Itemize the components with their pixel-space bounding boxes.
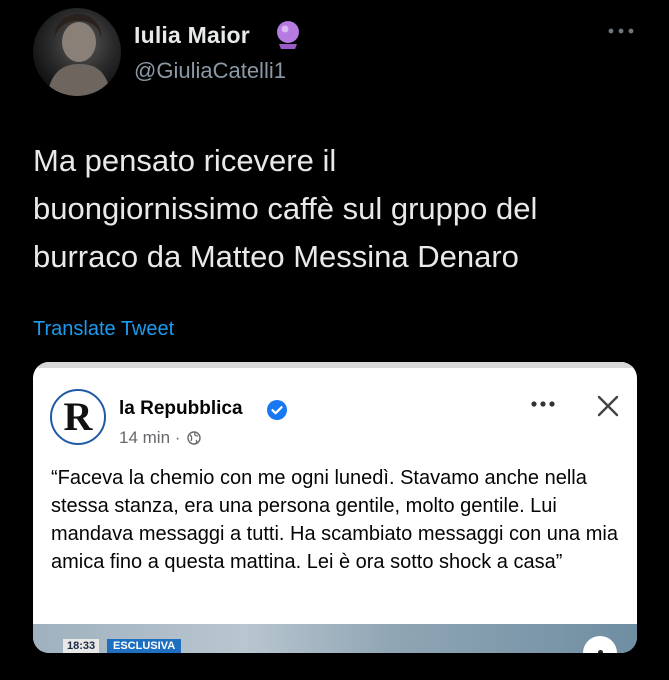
tweet-text-line: buongiornissimo caffè sul gruppo del [33, 191, 538, 226]
crystal-ball-icon [277, 21, 299, 49]
post-time: 14 min · [119, 428, 181, 447]
author-handle[interactable]: @GiuliaCatelli1 [134, 58, 286, 84]
post-meta: 14 min · [119, 428, 201, 448]
translate-tweet-link[interactable]: Translate Tweet [33, 318, 174, 341]
media-action-button[interactable] [583, 636, 617, 653]
post-more-options-icon[interactable] [530, 400, 556, 408]
media-time-badge: 18:33 [63, 639, 100, 653]
media-exclusive-badge: ESCLUSIVA [107, 639, 182, 653]
post-media-image[interactable]: 18:33 ESCLUSIVA [33, 624, 637, 653]
post-text: “Faceva la chemio con me ogni lunedì. St… [51, 467, 618, 573]
close-icon[interactable] [596, 394, 620, 418]
publisher-logo-letter: R [63, 394, 93, 439]
avatar[interactable] [33, 8, 121, 96]
publisher-name[interactable]: la Repubblica [119, 398, 243, 420]
author-name[interactable]: Iulia Maior [134, 22, 250, 49]
verified-badge-icon [267, 400, 287, 420]
tweet-text: Ma pensato ricevere il buongiornissimo c… [33, 137, 643, 281]
tweet-text-line: burraco da Matteo Messina Denaro [33, 239, 519, 274]
globe-icon [187, 431, 201, 445]
more-options-icon[interactable] [607, 26, 635, 36]
tweet-text-line: Ma pensato ricevere il [33, 143, 337, 178]
card-divider [33, 362, 637, 368]
embedded-post-card[interactable]: R la Repubblica 14 min · “Faceva la chem… [33, 362, 637, 653]
publisher-logo[interactable]: R [50, 389, 106, 445]
